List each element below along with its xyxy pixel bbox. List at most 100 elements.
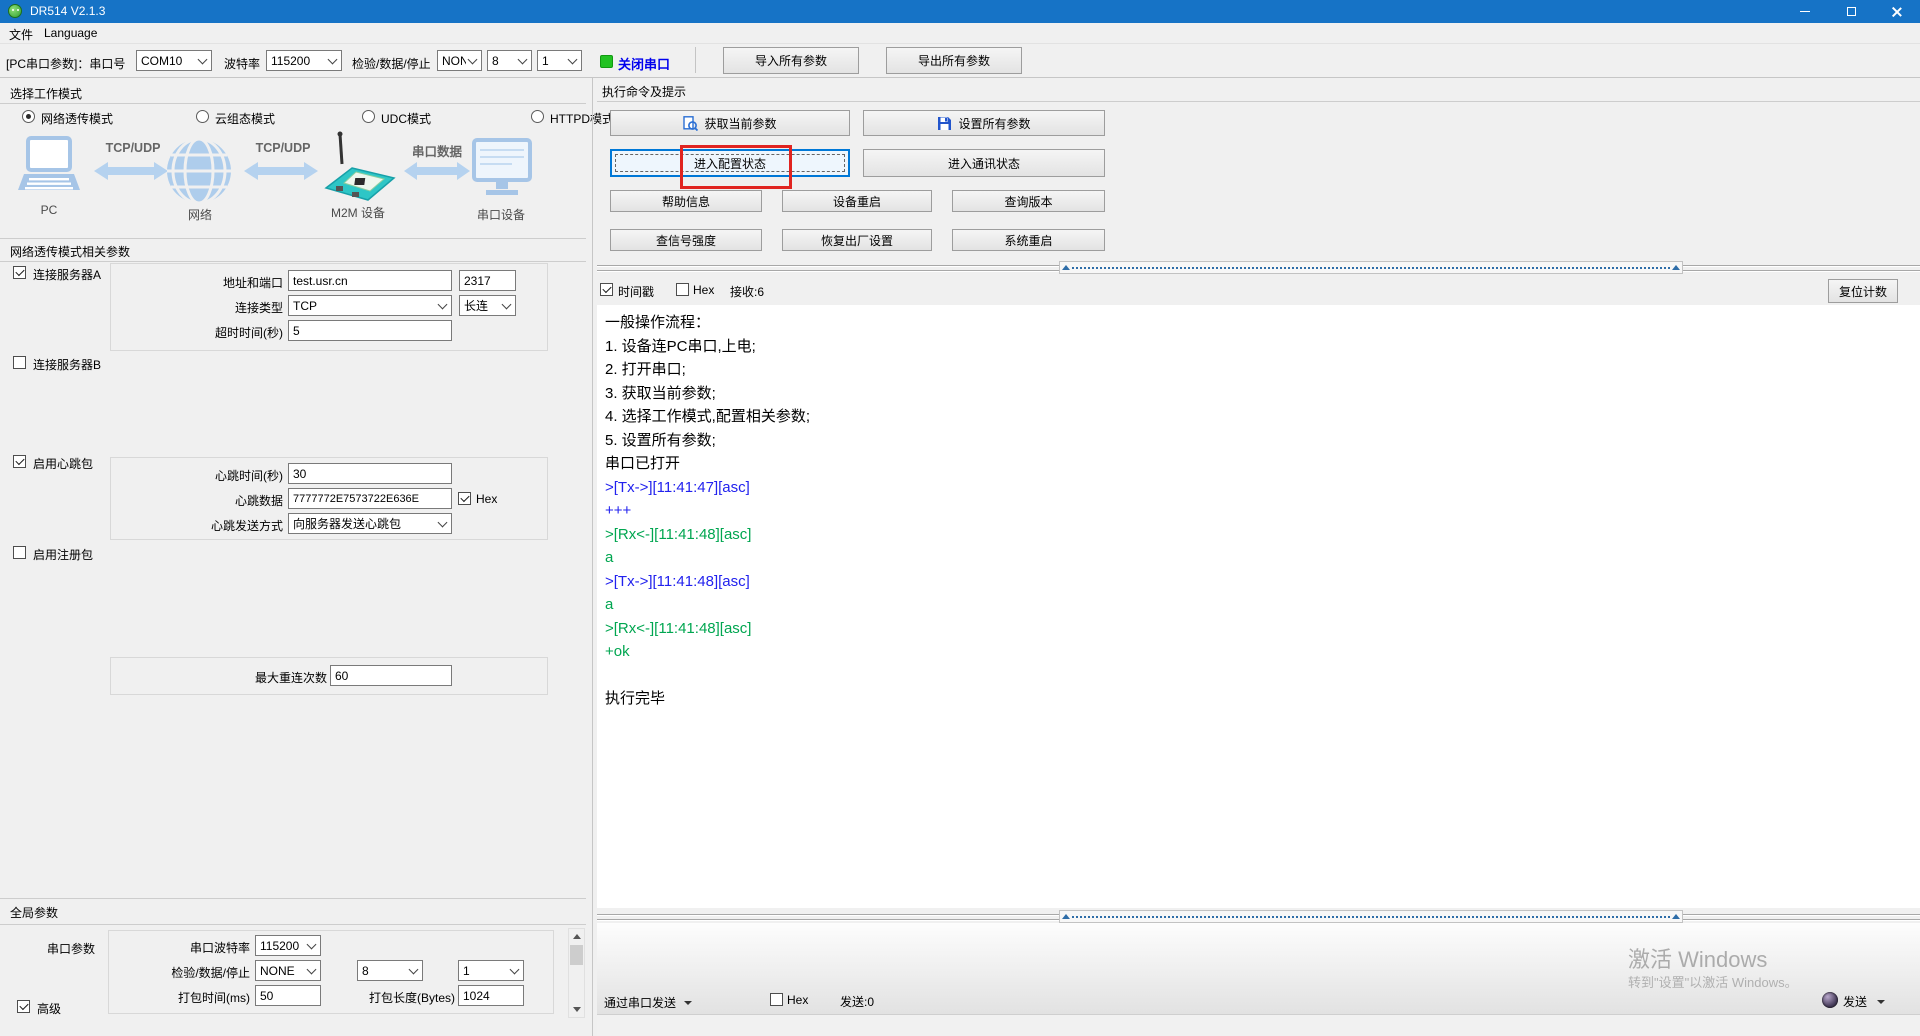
packlen-input[interactable]: 1024 [458,985,524,1006]
app-icon [8,4,22,18]
splitter-handle[interactable] [1059,261,1683,274]
conn-type-label: 连接类型 [150,299,283,316]
radio-httpd[interactable] [531,110,544,123]
packtime-label: 打包时间(ms) [130,989,250,1006]
import-params-button[interactable]: 导入所有参数 [723,47,859,74]
send-via-serial[interactable]: 通过串口发送 [604,994,692,1011]
hb-mode-select[interactable]: 向服务器发送心跳包 [288,513,452,534]
log-hex-checkbox[interactable] [676,283,689,296]
link-label-tcpudp-2: TCP/UDP [256,141,311,155]
enter-config-button[interactable]: 进入配置状态 [610,149,850,177]
node-label-pc: PC [41,203,58,217]
close-button[interactable] [1874,0,1920,23]
chevron-down-icon [518,54,528,64]
packtime-input[interactable]: 50 [255,985,321,1006]
heartbeat-checkbox[interactable] [13,455,26,468]
g-parity-select[interactable]: NONE [255,960,321,981]
chevron-down-icon [409,964,419,974]
keepalive-select[interactable]: 长连 [459,295,516,316]
reconnect-input[interactable]: 60 [330,665,452,686]
scroll-down-icon[interactable] [573,1007,581,1012]
g-stopbits-select[interactable]: 1 [458,960,524,981]
g-databits-select[interactable]: 8 [357,960,423,981]
stopbits-select[interactable]: 1 [537,50,582,71]
hb-hex-checkbox[interactable] [458,492,471,505]
menu-file[interactable]: 文件 [9,26,33,43]
timeout-input[interactable]: 5 [288,320,452,341]
minimize-button[interactable] [1782,0,1828,23]
log-area[interactable]: 一般操作流程：1. 设备连PC串口,上电;2. 打开串口;3. 获取当前参数;4… [597,305,1920,908]
server-a-checkbox[interactable] [13,266,26,279]
splitter-handle[interactable] [1059,910,1683,923]
maximize-button[interactable] [1828,0,1874,23]
scroll-up-icon[interactable] [573,934,581,939]
help-info-button[interactable]: 帮助信息 [610,190,762,212]
com-port-select[interactable]: COM10 [136,50,212,71]
log-line: 5. 设置所有参数; [605,429,1920,453]
export-params-button[interactable]: 导出所有参数 [886,47,1022,74]
menu-language[interactable]: Language [44,26,97,40]
parity-select[interactable]: NONI [437,50,482,71]
heartbeat-label[interactable]: 启用心跳包 [33,455,93,472]
radio-cloud[interactable] [196,110,209,123]
system-reboot-button[interactable]: 系统重启 [952,229,1105,251]
radio-httpd-label[interactable]: HTTPD模式 [550,110,614,127]
packlen-label: 打包长度(Bytes) [330,989,455,1006]
server-a-label[interactable]: 连接服务器A [33,266,101,283]
serial-device-icon [472,138,532,201]
set-params-button[interactable]: 设置所有参数 [863,110,1105,136]
server-b-checkbox[interactable] [13,356,26,369]
radio-cloud-label[interactable]: 云组态模式 [215,110,275,127]
splitter-arrow-icon [1672,914,1680,919]
send-button[interactable]: 发送 [1843,993,1885,1010]
timestamp-checkbox[interactable] [600,283,613,296]
advanced-label[interactable]: 高级 [37,1000,61,1017]
toolbar-separator [695,47,696,73]
radio-udc[interactable] [362,110,375,123]
advanced-checkbox[interactable] [17,1000,30,1013]
send-dropdown-icon [1877,1000,1885,1004]
chevron-down-icon [307,964,317,974]
chevron-down-icon [307,939,317,949]
regpack-checkbox[interactable] [13,546,26,559]
databits-select[interactable]: 8 [487,50,532,71]
hb-time-input[interactable]: 30 [288,463,452,484]
radio-net-transparent-label[interactable]: 网络透传模式 [41,110,113,127]
reset-count-button[interactable]: 复位计数 [1828,279,1898,303]
close-port-button[interactable]: 关闭串口 [618,54,670,73]
baud-select[interactable]: 115200 [266,50,342,71]
factory-reset-button[interactable]: 恢复出厂设置 [782,229,932,251]
send-hex-label[interactable]: Hex [787,993,808,1007]
hb-data-input[interactable]: 7777772E7573722E636E [288,488,452,509]
send-hex-checkbox[interactable] [770,993,783,1006]
scrollbar-thumb[interactable] [570,945,583,965]
pc-icon [16,136,82,201]
server-port-input[interactable]: 2317 [459,270,516,291]
app-window: DR514 V2.1.3 文件 Language [PC串口参数]：串口号 CO… [0,0,1920,1036]
node-label-serial: 串口设备 [477,206,525,223]
get-params-button[interactable]: 获取当前参数 [610,110,850,136]
log-hex-label[interactable]: Hex [693,283,714,297]
activate-watermark-line2: 转到"设置"以激活 Windows。 [1628,972,1798,991]
log-line: 4. 选择工作模式,配置相关参数; [605,405,1920,429]
server-b-label[interactable]: 连接服务器B [33,356,101,373]
baud-label: 波特率 [224,55,260,72]
radio-udc-label[interactable]: UDC模式 [381,110,431,127]
log-line: >[Rx<-][11:41:48][asc] [605,617,1920,641]
query-version-button[interactable]: 查询版本 [952,190,1105,212]
regpack-label[interactable]: 启用注册包 [33,546,93,563]
network-globe-icon [166,138,232,207]
radio-net-transparent[interactable] [22,110,35,123]
hb-hex-label[interactable]: Hex [476,492,497,506]
conn-type-select[interactable]: TCP [288,295,452,316]
enter-comm-button[interactable]: 进入通讯状态 [863,149,1105,177]
g-baud-select[interactable]: 115200 [255,935,321,956]
global-scrollbar[interactable] [568,928,585,1018]
command-panel-title: 执行命令及提示 [602,83,686,100]
mode-section-title: 选择工作模式 [10,85,82,102]
server-addr-input[interactable]: test.usr.cn [288,270,452,291]
query-signal-button[interactable]: 查信号强度 [610,229,762,251]
timestamp-label[interactable]: 时间戳 [618,283,654,300]
log-line: +ok [605,640,1920,664]
device-reboot-button[interactable]: 设备重启 [782,190,932,212]
